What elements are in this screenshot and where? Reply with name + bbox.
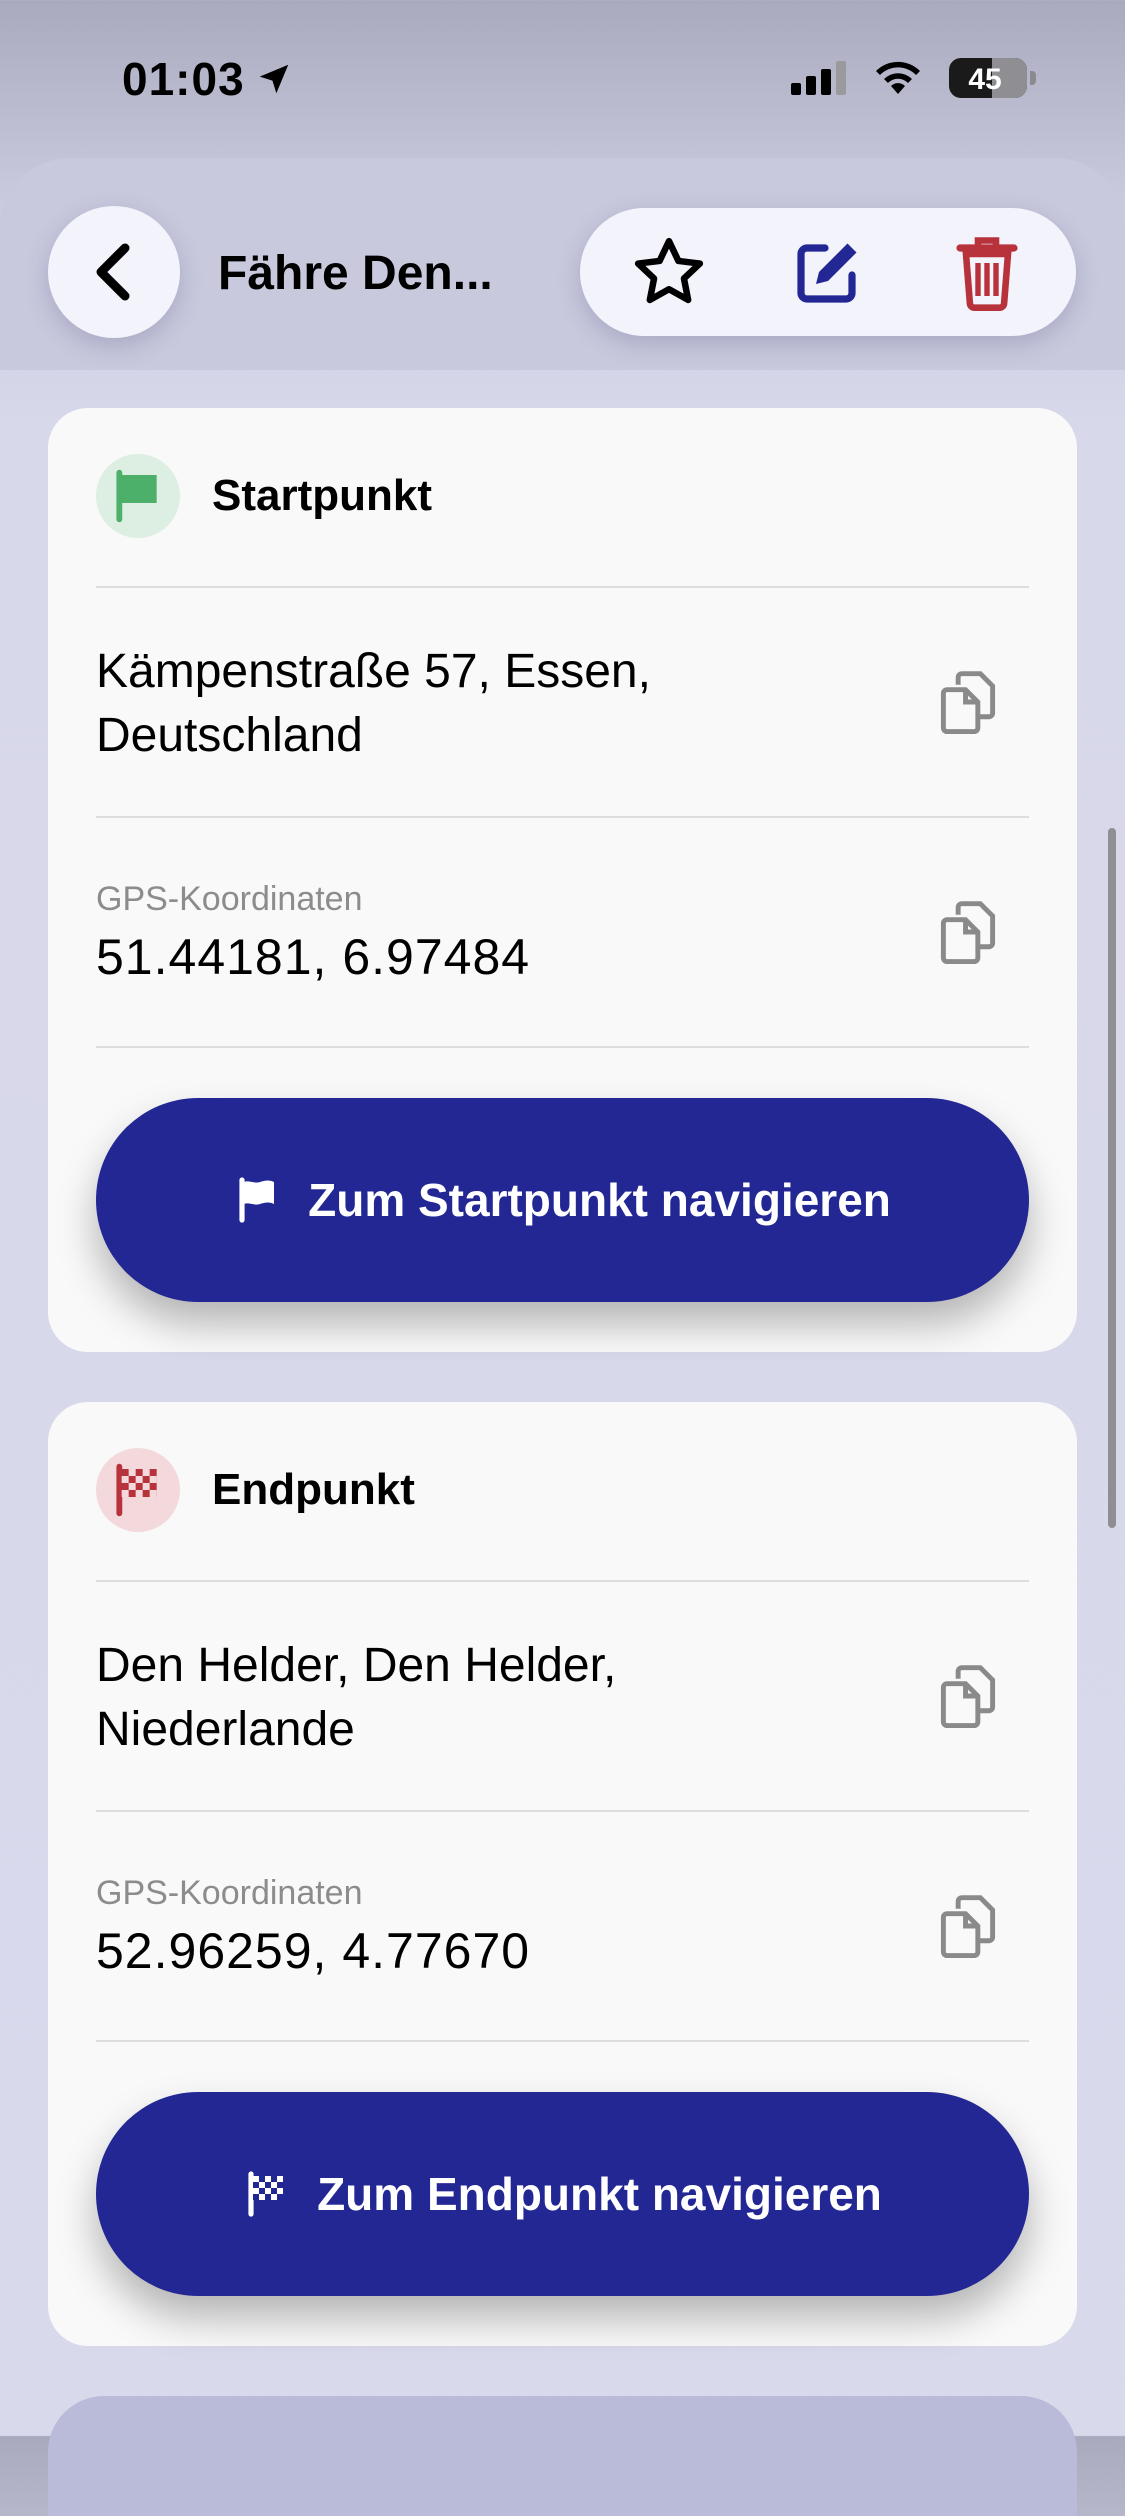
end-flag-badge bbox=[96, 1448, 180, 1532]
status-time-text: 01:03 bbox=[122, 53, 245, 105]
end-card: Endpunkt Den Helder, Den Helder, Niederl… bbox=[48, 1402, 1077, 2346]
divider bbox=[96, 1046, 1029, 1048]
location-arrow-icon bbox=[259, 64, 288, 94]
delete-button[interactable] bbox=[937, 222, 1037, 322]
start-gps-label: GPS-Koordinaten bbox=[96, 880, 363, 918]
navigate-end-button[interactable]: Zum Endpunkt navigieren bbox=[96, 2092, 1029, 2296]
chevron-left-icon bbox=[96, 243, 130, 301]
copy-icon[interactable] bbox=[938, 1664, 998, 1728]
navigation-header: Fähre Den... bbox=[0, 158, 1125, 370]
end-address: Den Helder, Den Helder, Niederlande bbox=[96, 1639, 617, 1756]
back-button[interactable] bbox=[48, 206, 180, 338]
star-icon bbox=[635, 237, 704, 304]
end-gps-value: 52.96259, 4.77670 bbox=[96, 1923, 531, 1979]
navigate-end-label: Zum Endpunkt navigieren bbox=[317, 2168, 882, 2220]
page-title: Fähre Den... bbox=[218, 247, 493, 300]
edit-button[interactable] bbox=[778, 222, 878, 322]
favorite-button[interactable] bbox=[619, 222, 719, 322]
start-card-header: Startpunkt bbox=[96, 454, 432, 538]
flag-icon bbox=[239, 1177, 275, 1223]
trash-icon bbox=[956, 237, 1018, 311]
end-gps-label: GPS-Koordinaten bbox=[96, 1874, 363, 1912]
status-icons: 45 bbox=[791, 58, 1036, 98]
end-card-header: Endpunkt bbox=[96, 1448, 415, 1532]
start-gps-value: 51.44181, 6.97484 bbox=[96, 929, 531, 985]
copy-icon[interactable] bbox=[938, 1894, 998, 1958]
divider bbox=[96, 586, 1029, 588]
checkered-flag-icon bbox=[116, 1463, 157, 1517]
cellular-signal-icon bbox=[791, 61, 846, 95]
scrollbar[interactable] bbox=[1108, 828, 1116, 1528]
copy-icon[interactable] bbox=[938, 900, 998, 964]
wifi-icon bbox=[876, 61, 920, 94]
checkered-flag-icon bbox=[248, 2171, 284, 2217]
start-flag-badge bbox=[96, 454, 180, 538]
divider bbox=[96, 1580, 1029, 1582]
divider bbox=[96, 816, 1029, 818]
start-card-title: Startpunkt bbox=[212, 471, 432, 520]
copy-icon[interactable] bbox=[938, 670, 998, 734]
divider bbox=[96, 2040, 1029, 2042]
next-card-peek bbox=[48, 2396, 1077, 2516]
battery-indicator: 45 bbox=[949, 58, 1036, 98]
end-card-title: Endpunkt bbox=[212, 1465, 415, 1514]
start-card: Startpunkt Kämpenstraße 57, Essen, Deuts… bbox=[48, 408, 1077, 1352]
battery-percent: 45 bbox=[968, 63, 1002, 96]
divider bbox=[96, 1810, 1029, 1812]
flag-icon bbox=[116, 469, 157, 523]
status-bar: 01:03 45 bbox=[0, 0, 1125, 160]
edit-icon bbox=[797, 243, 857, 303]
action-toolbar bbox=[580, 208, 1076, 336]
status-time: 01:03 bbox=[122, 52, 293, 106]
start-address: Kämpenstraße 57, Essen, Deutschland bbox=[96, 645, 651, 762]
navigate-start-label: Zum Startpunkt navigieren bbox=[308, 1174, 891, 1226]
navigate-start-button[interactable]: Zum Startpunkt navigieren bbox=[96, 1098, 1029, 1302]
